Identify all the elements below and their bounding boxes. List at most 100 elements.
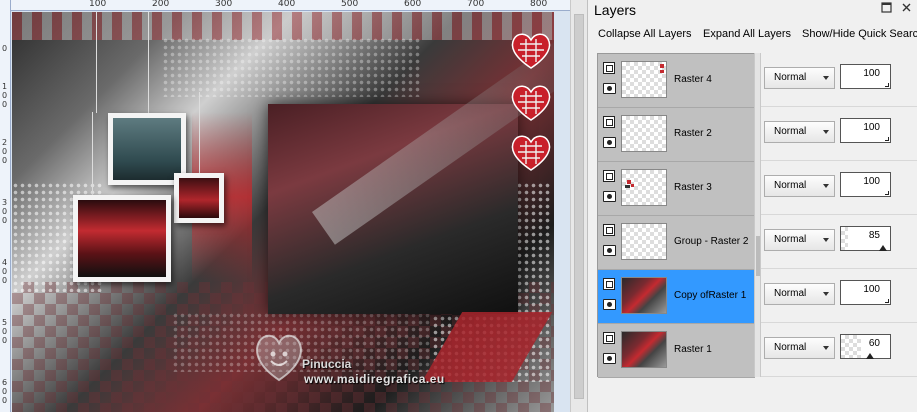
- layer-name: Group - Raster 2: [674, 236, 749, 247]
- layer-row[interactable]: Raster 3: [598, 162, 755, 216]
- layer-properties-row: Normal 100: [761, 107, 917, 161]
- opacity-slider[interactable]: 60: [840, 334, 891, 359]
- ruler-label: 1: [2, 82, 8, 91]
- canvas-vertical-scrollbar[interactable]: [570, 0, 587, 412]
- ruler-label: 0: [2, 207, 8, 216]
- slider-corner-icon: [885, 191, 889, 195]
- frame-photo: [179, 178, 219, 218]
- layer-properties-list: Normal 100 Normal 100 Normal 100 Normal …: [761, 53, 917, 377]
- ruler-label: 100: [89, 0, 107, 9]
- ruler-label: 5: [2, 318, 8, 327]
- layers-list: Raster 4 Raster 2 Raster 3 Group - Raste…: [597, 53, 755, 378]
- layer-row-selected[interactable]: Copy ofRaster 1: [598, 270, 755, 324]
- watermark-url: www.maidiregrafica.eu: [304, 372, 445, 386]
- splitter-grip[interactable]: [756, 236, 760, 276]
- opacity-slider[interactable]: 85: [840, 226, 891, 251]
- blend-mode-value: Normal: [774, 234, 807, 245]
- ruler-label: 6: [2, 378, 8, 387]
- hanging-string: [148, 12, 149, 113]
- layer-thumbnail: [621, 331, 667, 368]
- slider-corner-icon: [885, 299, 889, 303]
- frame-photo: [113, 118, 181, 180]
- ruler-label: 0: [2, 147, 8, 156]
- layer-name: Copy ofRaster 1: [674, 290, 747, 301]
- layer-toggle-icon[interactable]: [603, 62, 615, 74]
- layer-properties-row: Normal 100: [761, 161, 917, 215]
- picture-frame: [73, 195, 171, 282]
- heart-ornament: [511, 33, 551, 69]
- heart-ornament: [511, 135, 551, 171]
- heart-ornament: [511, 85, 551, 121]
- watermark-heart-icon: [256, 334, 302, 382]
- blend-mode-value: Normal: [774, 288, 807, 299]
- layer-toggle-icon[interactable]: [603, 332, 615, 344]
- opacity-value: 100: [863, 68, 880, 79]
- artwork-image[interactable]: Pinuccia www.maidiregrafica.eu: [12, 12, 554, 412]
- image-canvas-area[interactable]: 100 200 300 400 500 600 700 800 0 1 0 0 …: [0, 0, 570, 412]
- opacity-slider[interactable]: 100: [840, 64, 891, 89]
- blend-mode-dropdown[interactable]: Normal: [764, 175, 835, 197]
- blend-mode-value: Normal: [774, 342, 807, 353]
- opacity-slider[interactable]: 100: [840, 280, 891, 305]
- layer-row[interactable]: Raster 1: [598, 324, 755, 378]
- ruler-label: 0: [2, 156, 8, 165]
- ruler-label: 0: [2, 267, 8, 276]
- layer-toggle-icon[interactable]: [603, 224, 615, 236]
- eye-icon[interactable]: [603, 83, 616, 94]
- layer-properties-row: Normal 85: [761, 215, 917, 269]
- ruler-vertical: 0 1 0 0 2 0 0 3 0 0 4 0 0 5 0 0 6 0 0: [0, 0, 11, 412]
- expand-all-layers-button[interactable]: Expand All Layers: [703, 28, 791, 40]
- chevron-down-icon: [823, 238, 829, 242]
- blend-mode-dropdown[interactable]: Normal: [764, 67, 835, 89]
- blend-mode-value: Normal: [774, 180, 807, 191]
- ruler-horizontal: 100 200 300 400 500 600 700 800: [10, 0, 570, 11]
- layer-toggle-icon[interactable]: [603, 116, 615, 128]
- ruler-label: 700: [467, 0, 485, 9]
- ruler-label: 0: [2, 100, 8, 109]
- layer-thumbnail: [621, 169, 667, 206]
- layer-row[interactable]: Raster 2: [598, 108, 755, 162]
- ruler-label: 400: [278, 0, 296, 9]
- eye-icon[interactable]: [603, 245, 616, 256]
- layer-properties-row: Normal 100: [761, 53, 917, 107]
- show-hide-quick-search-button[interactable]: Show/Hide Quick Searc: [802, 28, 917, 40]
- blend-mode-dropdown[interactable]: Normal: [764, 283, 835, 305]
- scrollbar-thumb[interactable]: [574, 14, 584, 399]
- layer-toggle-icon[interactable]: [603, 278, 615, 290]
- layer-row[interactable]: Raster 4: [598, 54, 755, 108]
- close-icon[interactable]: [900, 2, 913, 15]
- ruler-label: 0: [2, 336, 8, 345]
- blend-mode-value: Normal: [774, 72, 807, 83]
- blend-mode-dropdown[interactable]: Normal: [764, 229, 835, 251]
- ruler-label: 200: [152, 0, 170, 9]
- opacity-slider[interactable]: 100: [840, 172, 891, 197]
- chevron-down-icon: [823, 184, 829, 188]
- eye-icon[interactable]: [603, 299, 616, 310]
- hanging-string: [199, 92, 200, 173]
- blend-mode-dropdown[interactable]: Normal: [764, 337, 835, 359]
- chevron-down-icon: [823, 292, 829, 296]
- opacity-marker-icon: [879, 245, 887, 251]
- layer-properties-row: Normal 60: [761, 323, 917, 377]
- eye-icon[interactable]: [603, 353, 616, 364]
- maximize-icon[interactable]: [880, 2, 893, 15]
- slider-corner-icon: [885, 83, 889, 87]
- layer-row[interactable]: Group - Raster 2: [598, 216, 755, 270]
- chevron-down-icon: [823, 76, 829, 80]
- ruler-label: 0: [2, 327, 8, 336]
- blend-mode-dropdown[interactable]: Normal: [764, 121, 835, 143]
- panel-splitter[interactable]: [754, 53, 761, 377]
- eye-icon[interactable]: [603, 191, 616, 202]
- layer-toggle-icon[interactable]: [603, 170, 615, 182]
- collapse-all-layers-button[interactable]: Collapse All Layers: [598, 28, 692, 40]
- ruler-label: 0: [2, 276, 8, 285]
- ruler-label: 0: [2, 216, 8, 225]
- opacity-slider[interactable]: 100: [840, 118, 891, 143]
- hanging-string: [92, 112, 93, 195]
- eye-icon[interactable]: [603, 137, 616, 148]
- hanging-string: [96, 12, 97, 113]
- layers-palette: Layers Collapse All Layers Expand All La…: [587, 0, 917, 412]
- ruler-label: 800: [530, 0, 548, 9]
- layer-thumbnail: [621, 223, 667, 260]
- opacity-marker-icon: [866, 353, 874, 359]
